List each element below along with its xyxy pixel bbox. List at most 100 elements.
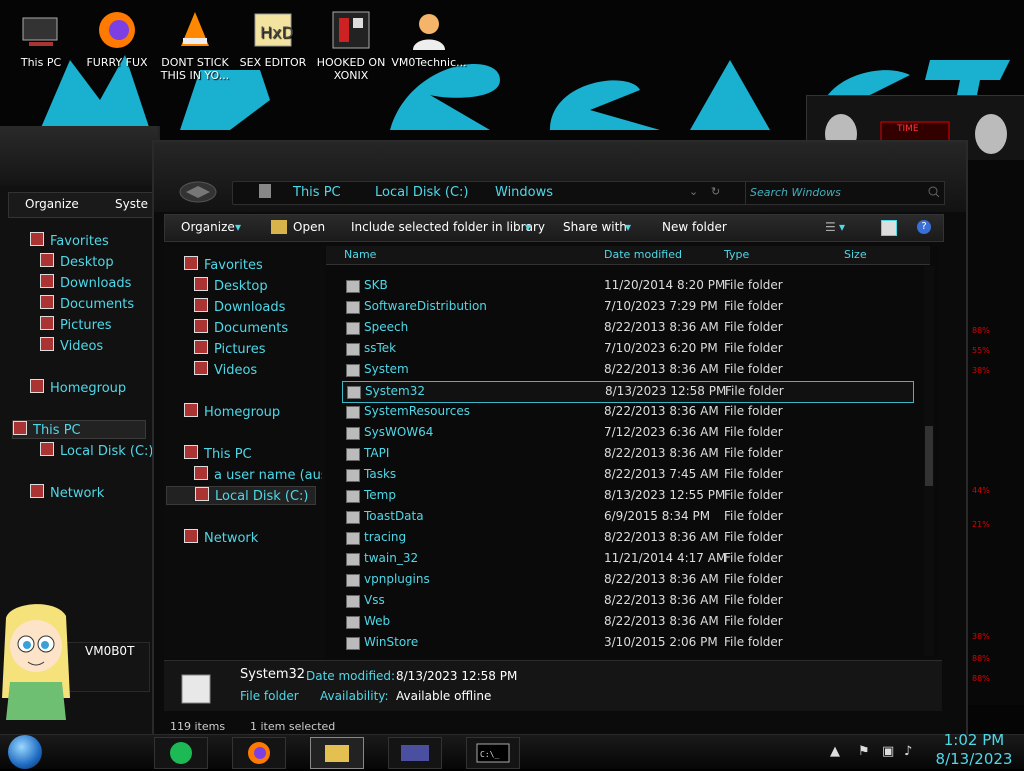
desktop-icon-furry-fux[interactable]: FURRY FUX	[78, 4, 156, 69]
pictures-icon	[194, 340, 208, 354]
bg-nav-local-disk[interactable]: Local Disk (C:)	[40, 442, 153, 459]
status-item-count: 119 items	[170, 720, 226, 733]
taskbar-app-spotify[interactable]	[154, 737, 208, 769]
file-explorer-icon	[325, 745, 349, 762]
nav-downloads[interactable]: Downloads	[194, 298, 285, 315]
file-row[interactable]: twain_32 11/21/2014 4:17 AM File folder	[342, 549, 912, 569]
detail-date-label: Date modified:	[306, 669, 396, 683]
nav-user-folder[interactable]: a user name (ause	[194, 466, 322, 483]
view-options-icon[interactable]: ☰	[825, 220, 836, 234]
folder-icon	[346, 616, 360, 629]
refresh-icon[interactable]: ↻	[711, 185, 720, 198]
chevron-down-icon[interactable]: ⌄	[689, 185, 698, 198]
organize-menu[interactable]: Organize	[25, 197, 79, 211]
system-clock[interactable]: 1:02 PM 8/13/2023	[928, 731, 1020, 769]
nav-pictures[interactable]: Pictures	[194, 340, 265, 357]
bg-nav-videos[interactable]: Videos	[40, 337, 103, 354]
firefox-icon	[95, 8, 139, 52]
tray-app-icon[interactable]: ▲	[830, 744, 840, 759]
column-size[interactable]: Size	[844, 248, 867, 261]
star-icon	[184, 256, 198, 270]
column-date-modified[interactable]: Date modified	[604, 248, 682, 261]
file-row[interactable]: TAPI 8/22/2013 8:36 AM File folder	[342, 444, 912, 464]
include-dropdown-icon[interactable]: ▾	[525, 220, 531, 234]
nav-network[interactable]: Network	[184, 529, 258, 546]
desktop-icon-sex-editor[interactable]: HxD SEX EDITOR	[234, 4, 312, 69]
file-row[interactable]: Web 8/22/2013 8:36 AM File folder	[342, 612, 912, 632]
breadcrumb-windows[interactable]: Windows	[495, 185, 553, 200]
column-type[interactable]: Type	[724, 248, 749, 261]
file-row[interactable]: SKB 11/20/2014 8:20 PM File folder	[342, 276, 912, 296]
folder-icon	[346, 301, 360, 314]
bg-nav-downloads[interactable]: Downloads	[40, 274, 131, 291]
open-button[interactable]: Open	[293, 220, 325, 234]
file-row[interactable]: WinStore 3/10/2015 2:06 PM File folder	[342, 633, 912, 653]
bg-nav-this-pc[interactable]: This PC	[12, 420, 146, 439]
desktop-icon-xonix[interactable]: HOOKED ON XONIX	[312, 4, 390, 82]
file-row[interactable]: Tasks 8/22/2013 7:45 AM File folder	[342, 465, 912, 485]
network-tray-icon[interactable]: ▣	[882, 744, 894, 759]
share-dropdown-icon[interactable]: ▾	[625, 220, 631, 234]
nav-favorites[interactable]: Favorites	[184, 256, 263, 273]
file-row[interactable]: tracing 8/22/2013 8:36 AM File folder	[342, 528, 912, 548]
start-button[interactable]	[8, 735, 42, 769]
volume-icon[interactable]: ♪	[904, 744, 912, 759]
nav-desktop[interactable]: Desktop	[194, 277, 268, 294]
status-selection: 1 item selected	[250, 720, 336, 733]
file-row[interactable]: SysWOW64 7/12/2023 6:36 AM File folder	[342, 423, 912, 443]
help-icon[interactable]: ?	[917, 220, 931, 234]
view-dropdown-icon[interactable]: ▾	[839, 220, 845, 234]
file-row-selected[interactable]: System32 8/13/2023 12:58 PM File folder	[342, 381, 914, 403]
search-icon[interactable]	[928, 186, 940, 198]
gadget-stat: 21%	[972, 520, 990, 529]
scrollbar-thumb[interactable]	[925, 426, 933, 486]
folder-icon	[346, 637, 360, 650]
file-row[interactable]: vpnplugins 8/22/2013 8:36 AM File folder	[342, 570, 912, 590]
bg-nav-network[interactable]: Network	[30, 484, 104, 501]
cartoon-character-sticker	[2, 604, 70, 720]
breadcrumb-local-disk[interactable]: Local Disk (C:)	[375, 185, 468, 200]
nav-documents[interactable]: Documents	[194, 319, 288, 336]
column-name[interactable]: Name	[344, 248, 376, 261]
desktop-icon-vlc[interactable]: DONT STICK THIS IN YO...	[156, 4, 234, 82]
bg-nav-homegroup[interactable]: Homegroup	[30, 379, 126, 396]
file-row[interactable]: SoftwareDistribution 7/10/2023 7:29 PM Fil…	[342, 297, 912, 317]
desktop-icon-this-pc[interactable]: This PC	[2, 4, 80, 69]
file-row[interactable]: System 8/22/2013 8:36 AM File folder	[342, 360, 912, 380]
include-in-library-button[interactable]: Include selected folder in library	[351, 220, 545, 234]
organize-button[interactable]: Organize	[181, 220, 235, 234]
file-row[interactable]: Speech 8/22/2013 8:36 AM File folder	[342, 318, 912, 338]
file-row[interactable]: Vss 8/22/2013 8:36 AM File folder	[342, 591, 912, 611]
new-folder-button[interactable]: New folder	[662, 220, 727, 234]
back-forward-icon[interactable]	[178, 180, 218, 204]
preview-pane-icon[interactable]	[881, 220, 897, 236]
taskbar-app-file-explorer[interactable]	[310, 737, 364, 769]
file-row[interactable]: Temp 8/13/2023 12:55 PM File folder	[342, 486, 912, 506]
user-tile: VM0B0T	[60, 642, 150, 692]
share-with-button[interactable]: Share with	[563, 220, 627, 234]
nav-this-pc[interactable]: This PC	[184, 445, 252, 462]
action-center-flag-icon[interactable]: ⚑	[858, 744, 870, 759]
bg-nav-pictures[interactable]: Pictures	[40, 316, 111, 333]
desktop-icon-vm0technic[interactable]: VM0Technic...	[390, 4, 468, 69]
clock-date: 8/13/2023	[935, 750, 1013, 768]
nav-homegroup[interactable]: Homegroup	[184, 403, 280, 420]
network-icon	[30, 484, 44, 498]
taskbar-app-cmd[interactable]: C:\_	[466, 737, 520, 769]
bg-nav-documents[interactable]: Documents	[40, 295, 134, 312]
file-row[interactable]: ssTek 7/10/2023 6:20 PM File folder	[342, 339, 912, 359]
bg-nav-desktop[interactable]: Desktop	[40, 253, 114, 270]
search-input[interactable]: Search Windows	[745, 181, 945, 205]
nav-videos[interactable]: Videos	[194, 361, 257, 378]
vertical-scrollbar[interactable]	[924, 266, 934, 656]
desktop-icon-label: DONT STICK THIS IN YO...	[160, 56, 230, 82]
taskbar-app-control-panel[interactable]	[388, 737, 442, 769]
nav-local-disk[interactable]: Local Disk (C:)	[166, 486, 316, 505]
breadcrumb-this-pc[interactable]: This PC	[293, 185, 341, 200]
bg-nav-favorites[interactable]: Favorites	[30, 232, 109, 249]
taskbar-app-firefox[interactable]	[232, 737, 286, 769]
organize-dropdown-icon[interactable]: ▾	[235, 220, 241, 234]
system-properties-button[interactable]: Syste	[115, 197, 148, 211]
file-row[interactable]: SystemResources 8/22/2013 8:36 AM File fol…	[342, 402, 912, 422]
file-row[interactable]: ToastData 6/9/2015 8:34 PM File folder	[342, 507, 912, 527]
